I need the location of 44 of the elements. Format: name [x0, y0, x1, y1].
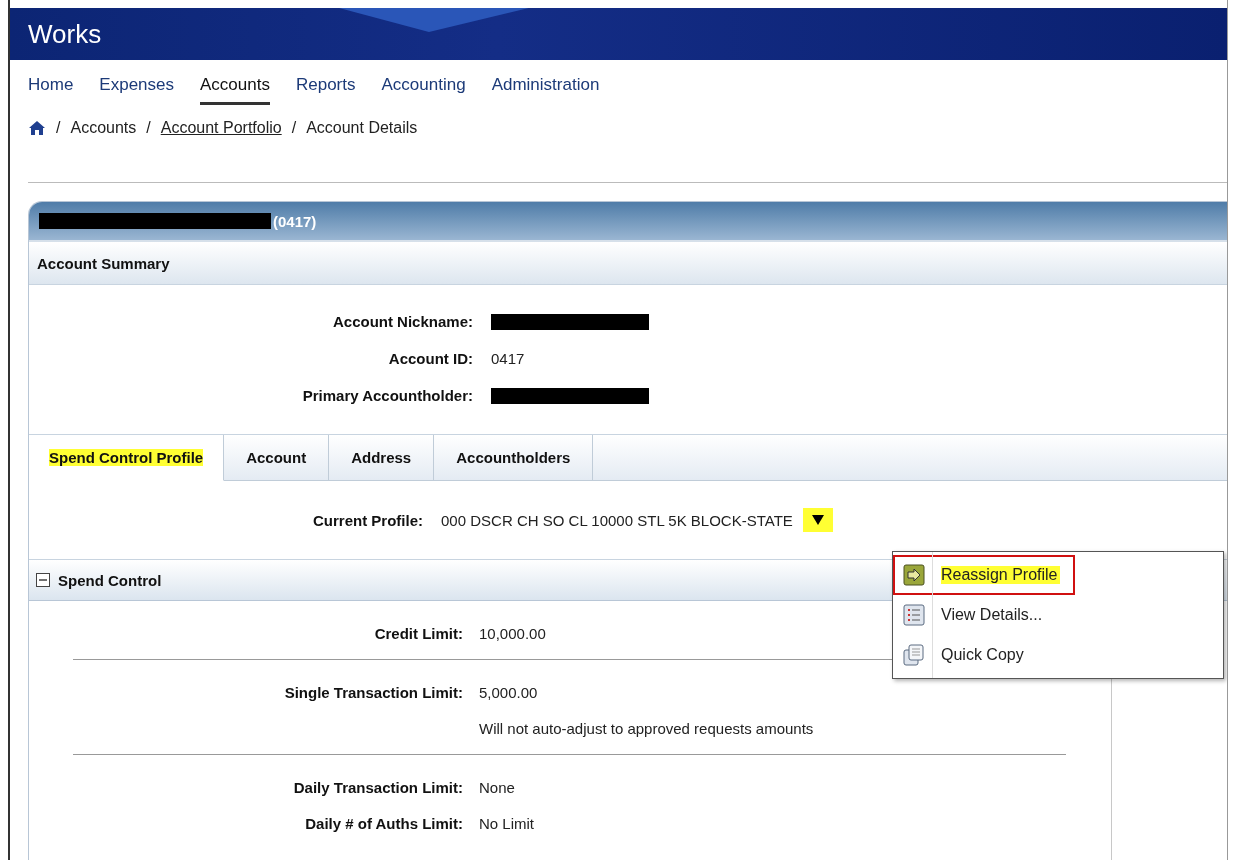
breadcrumb-item: Account Details	[306, 119, 418, 137]
caret-icon	[811, 515, 824, 525]
list-icon	[903, 604, 925, 626]
nav-tab[interactable]: Expenses	[99, 75, 175, 105]
app-logo[interactable]: Works	[28, 18, 102, 50]
account-id-title: (0417)	[273, 212, 317, 230]
breadcrumb-link[interactable]: Account Portfolio	[160, 119, 282, 137]
breadcrumb-separator: /	[56, 119, 61, 137]
field-label: Account Nickname:	[332, 313, 473, 330]
field-value: 5,000.00	[479, 683, 539, 701]
field-value: No Limit	[479, 814, 534, 832]
collapse-icon[interactable]	[36, 573, 50, 587]
breadcrumb-item: Accounts	[70, 119, 137, 137]
field-label: Primary Accountholder:	[302, 387, 473, 404]
menu-item[interactable]: View Details...	[893, 595, 1075, 635]
field-label: Single Transaction Limit:	[284, 683, 463, 701]
dropdown-button[interactable]	[802, 508, 833, 532]
nav-tab[interactable]: Accounts	[200, 75, 270, 105]
field-value: None	[479, 778, 516, 796]
field-label: Daily Transaction Limit:	[293, 778, 463, 796]
breadcrumb-separator: /	[146, 119, 151, 137]
home-icon[interactable]	[28, 120, 46, 136]
field-label: Daily # of Auths Limit:	[305, 814, 463, 832]
menu-item[interactable]: Reassign Profile	[893, 555, 1075, 595]
tab[interactable]: Account	[224, 435, 330, 481]
field-label: Current Profile:	[313, 511, 423, 529]
breadcrumb-separator: /	[291, 119, 297, 137]
tab[interactable]: Accountholders	[434, 435, 594, 481]
field-note: Will not auto-adjust to approved requests amounts	[479, 719, 814, 737]
section-title: Account Summary	[37, 254, 170, 272]
nav-tab[interactable]: Accounting	[381, 75, 466, 105]
field-label: Account ID:	[388, 350, 473, 367]
field-label: Credit Limit:	[374, 624, 463, 642]
nav-tab[interactable]: Reports	[295, 75, 356, 105]
nav-tab[interactable]: Home	[28, 75, 74, 105]
menu-item[interactable]: Quick Copy	[893, 635, 1075, 675]
field-value: 10,000.00	[479, 624, 546, 642]
tab[interactable]: Address	[329, 435, 435, 481]
nav-tab[interactable]: Administration	[491, 75, 600, 105]
field-value: 000 DSCR CH SO CL 10000 STL 5K BLOCK-STATE	[441, 511, 793, 529]
section-title: Spend Control	[58, 571, 162, 589]
field-value: 0417	[491, 350, 526, 367]
copy-icon	[903, 644, 925, 666]
arrow-box-icon	[903, 564, 925, 586]
